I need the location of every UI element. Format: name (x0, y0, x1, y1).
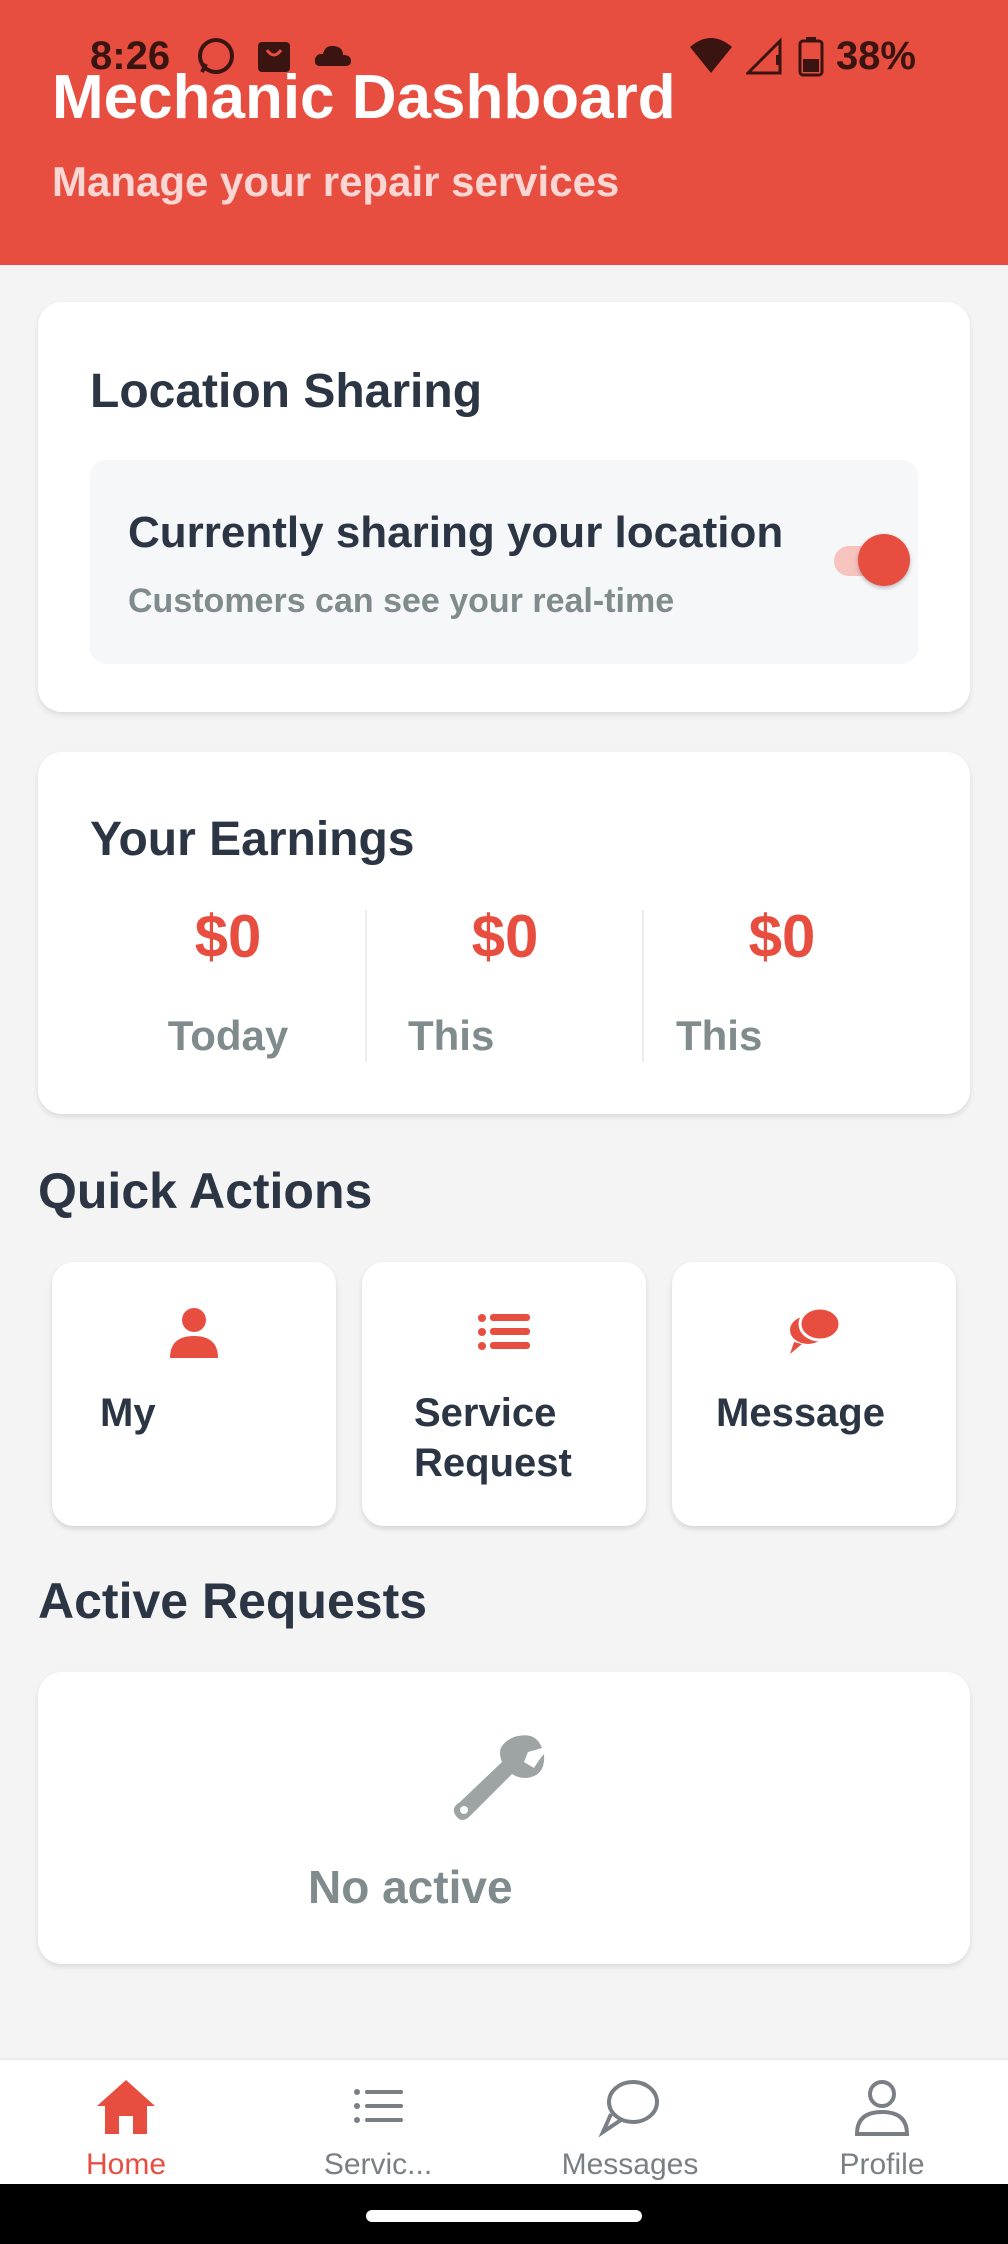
quick-action-message[interactable]: Message (672, 1262, 956, 1526)
wrench-icon (453, 1735, 545, 1820)
location-sharing-toggle[interactable] (828, 526, 918, 596)
nav-item-home[interactable]: Home (0, 2060, 252, 2186)
quick-action-label: My (100, 1391, 156, 1435)
earnings-label: This (408, 1012, 495, 1059)
location-status-text: Currently sharing your location (128, 508, 784, 557)
page-title: Mechanic Dashboard (52, 63, 676, 132)
earnings-title: Your Earnings (90, 813, 415, 866)
page-subtitle: Manage your repair services (52, 158, 620, 205)
chat-icon (790, 1306, 842, 1354)
earnings-card: Your Earnings $0 Today $0 This $0 This (38, 752, 970, 1114)
earnings-value: $0 (471, 903, 539, 970)
active-requests-card: No active (38, 1672, 970, 1964)
earnings-this-week: $0 This (367, 902, 643, 1060)
empty-state-text: No active (308, 1861, 513, 1913)
location-description: Customers can see your real-time (128, 582, 675, 620)
nav-label: Profile (839, 2148, 925, 2181)
nav-label: Messages (561, 2148, 699, 2181)
quick-action-label: Service Request (414, 1391, 572, 1485)
nav-item-services[interactable]: Servic... (252, 2060, 504, 2186)
location-sharing-title: Location Sharing (90, 365, 483, 418)
quick-actions-title: Quick Actions (38, 1163, 373, 1219)
earnings-value: $0 (194, 903, 262, 970)
location-status-panel: Currently sharing your location Customer… (90, 460, 918, 664)
location-sharing-card: Location Sharing Currently sharing your … (38, 302, 970, 712)
bottom-navigation: Home Servic... Messages Profile (0, 2058, 1008, 2184)
wifi-icon (689, 37, 732, 73)
earnings-value: $0 (748, 903, 816, 970)
app-root: 8:26 38% Mechanic Dashboard Manage your … (0, 0, 1008, 2244)
home-gesture-handle[interactable] (366, 2210, 642, 2222)
list-icon (478, 1314, 530, 1350)
earnings-label: This (676, 1012, 763, 1059)
earnings-this-month: $0 This (644, 902, 920, 1060)
quick-action-service-request[interactable]: Service Request (362, 1262, 646, 1526)
battery-icon (798, 36, 824, 76)
earnings-today: $0 Today (90, 902, 366, 1060)
quick-action-label: Message (716, 1391, 885, 1435)
header: 8:26 38% Mechanic Dashboard Manage your … (0, 0, 1008, 265)
system-status-icons: 38% (688, 34, 916, 79)
nav-item-profile[interactable]: Profile (756, 2060, 1008, 2186)
signal-icon (745, 36, 782, 74)
home-icon (97, 2080, 155, 2134)
nav-label: Home (85, 2148, 167, 2181)
chat-bubble-icon (598, 2080, 659, 2138)
profile-icon (854, 2080, 910, 2136)
earnings-label: Today (167, 1012, 289, 1059)
user-icon (170, 1308, 218, 1358)
toggle-knob (858, 534, 910, 586)
battery-percentage: 38% (835, 34, 916, 78)
system-navigation-bar (0, 2184, 1008, 2244)
quick-action-my[interactable]: My (52, 1262, 336, 1526)
nav-label: Servic... (323, 2148, 433, 2181)
list-icon (354, 2089, 403, 2123)
active-requests-title: Active Requests (38, 1573, 428, 1629)
nav-item-messages[interactable]: Messages (504, 2060, 756, 2186)
